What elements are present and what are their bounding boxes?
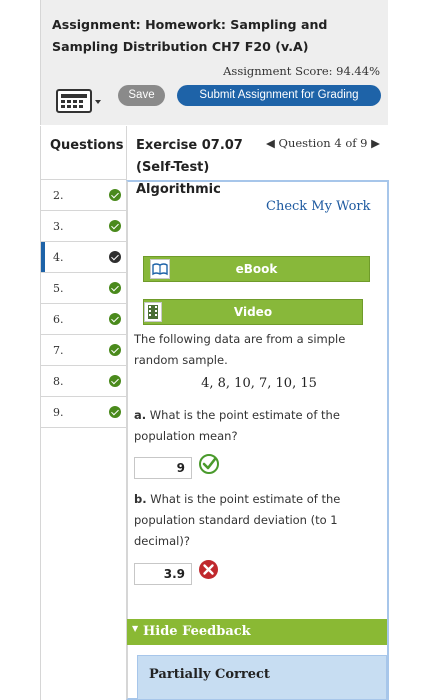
hide-feedback-toggle[interactable]: ▼ Hide Feedback <box>127 619 387 645</box>
triangle-down-icon: ▼ <box>132 623 139 633</box>
check-circle-icon <box>109 344 121 356</box>
question-item-3[interactable]: 3. <box>41 211 126 242</box>
partial-check-icon <box>109 251 121 263</box>
check-circle-icon <box>109 406 121 418</box>
question-number: 5. <box>53 282 64 295</box>
question-item-8[interactable]: 8. <box>41 366 126 397</box>
question-number: 9. <box>53 406 64 419</box>
part-a-question: a. What is the point estimate of the pop… <box>134 405 374 447</box>
assignment-header: Assignment: Homework: Sampling and Sampl… <box>40 0 388 125</box>
save-button[interactable]: Save <box>118 85 165 106</box>
question-number: 8. <box>53 375 64 388</box>
question-number: 3. <box>53 220 64 233</box>
part-b-answer-input[interactable]: 3.9 <box>134 563 192 585</box>
question-number: 2. <box>53 189 64 202</box>
video-button[interactable]: Video <box>143 299 363 325</box>
question-number: 4. <box>53 251 64 264</box>
question-item-6[interactable]: 6. <box>41 304 126 335</box>
ebook-button[interactable]: eBook <box>143 256 370 282</box>
part-a-text: What is the point estimate of the popula… <box>134 408 340 443</box>
next-question-icon[interactable]: ▶ <box>371 136 380 150</box>
question-number: 6. <box>53 313 64 326</box>
question-intro: The following data are from a simple ran… <box>134 332 346 367</box>
error-x-icon <box>199 560 218 579</box>
part-a-answer-input[interactable]: 9 <box>134 457 192 479</box>
assignment-score: Assignment Score: 94.44% <box>223 64 380 78</box>
check-circle-icon <box>109 189 121 201</box>
part-a-label: a. <box>134 408 147 422</box>
check-circle-icon <box>109 220 121 232</box>
check-circle-icon <box>109 375 121 387</box>
questions-heading: Questions <box>41 126 126 180</box>
book-icon <box>150 259 170 279</box>
question-item-4[interactable]: 4. <box>41 242 126 273</box>
video-label: Video <box>233 305 273 319</box>
assignment-title: Assignment: Homework: Sampling and Sampl… <box>52 17 328 54</box>
question-item-2[interactable]: 2. <box>41 180 126 211</box>
part-b-label: b. <box>134 492 147 506</box>
submit-assignment-button[interactable]: Submit Assignment for Grading <box>177 85 381 106</box>
question-item-5[interactable]: 5. <box>41 273 126 304</box>
check-circle-icon <box>199 454 219 474</box>
part-b-text: What is the point estimate of the popula… <box>134 492 341 548</box>
ebook-label: eBook <box>235 262 278 276</box>
film-icon <box>144 302 162 322</box>
feedback-status: Partially Correct <box>137 655 387 700</box>
sample-data: 4, 8, 10, 7, 10, 15 <box>201 376 317 391</box>
check-circle-icon <box>109 313 121 325</box>
question-position: Question 4 of 9 <box>278 136 368 150</box>
question-item-7[interactable]: 7. <box>41 335 126 366</box>
question-item-9[interactable]: 9. <box>41 397 126 428</box>
calculator-icon[interactable] <box>55 88 103 114</box>
hide-feedback-label: Hide Feedback <box>143 624 251 639</box>
check-circle-icon <box>109 282 121 294</box>
question-list: Questions 2. 3. 4. 5. 6. 7. 8. 9. <box>40 126 126 700</box>
check-my-work-link[interactable]: Check My Work <box>266 199 371 214</box>
question-number: 7. <box>53 344 64 357</box>
previous-question-icon[interactable]: ◀ <box>266 136 275 150</box>
question-navigator: ◀ Question 4 of 9 ▶ <box>266 136 380 150</box>
part-b-question: b. What is the point estimate of the pop… <box>134 489 374 552</box>
